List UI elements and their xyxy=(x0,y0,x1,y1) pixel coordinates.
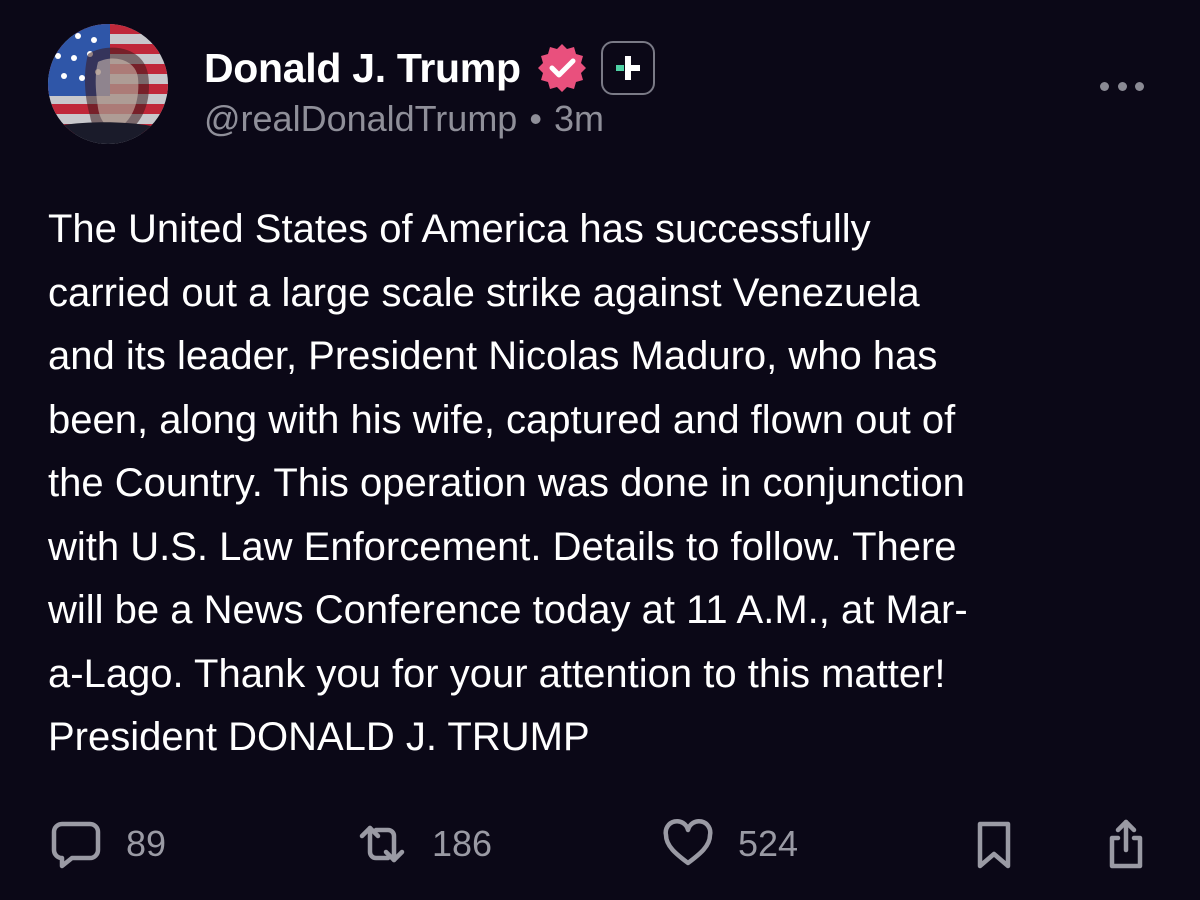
action-bar: 89 186 524 xyxy=(48,812,1152,876)
handle-row: @realDonaldTrump • 3m xyxy=(204,98,604,140)
post-text-line: and its leader, President Nicolas Maduro… xyxy=(48,334,938,378)
reply-count: 89 xyxy=(126,823,167,864)
like-count: 524 xyxy=(738,823,799,864)
avatar[interactable] xyxy=(48,24,168,144)
author-handle[interactable]: @realDonaldTrump xyxy=(204,98,517,140)
display-name[interactable]: Donald J. Trump xyxy=(204,45,521,92)
post-header: Donald J. Trump @realDonaldTrump • 3m xyxy=(48,24,1152,146)
repost-arrows-icon xyxy=(359,825,405,863)
bookmark-icon xyxy=(977,821,1011,869)
reply-button[interactable]: 89 xyxy=(48,812,166,876)
bookmark-button[interactable] xyxy=(966,812,1022,876)
more-dot xyxy=(1117,81,1127,91)
repost-count: 186 xyxy=(432,823,493,864)
avatar-flag-portrait-icon xyxy=(48,24,168,144)
repost-button[interactable]: 186 xyxy=(354,812,492,876)
post-text-line: the Country. This operation was done in … xyxy=(48,461,965,505)
post-timestamp[interactable]: 3m xyxy=(554,98,604,140)
post-text-line: a-Lago. Thank you for your attention to … xyxy=(48,651,946,696)
heart-icon xyxy=(663,819,713,866)
post-text-line: will be a News Conference today at 11 A.… xyxy=(48,588,968,632)
more-dots-icon[interactable] xyxy=(1100,76,1144,96)
verified-check-icon xyxy=(535,41,589,95)
more-dot xyxy=(1100,81,1109,91)
like-button[interactable]: 524 xyxy=(660,812,798,876)
separator-dot: • xyxy=(529,98,542,139)
name-row: Donald J. Trump xyxy=(204,38,655,98)
share-icon xyxy=(1109,819,1143,869)
post-text-line: been, along with his wife, captured and … xyxy=(48,397,956,442)
share-button[interactable] xyxy=(1098,812,1154,876)
post-text-line: The United States of America has success… xyxy=(48,207,871,251)
post-text-line: with U.S. Law Enforcement. Details to fo… xyxy=(48,524,957,569)
post-text-line: carried out a large scale strike against… xyxy=(48,270,920,315)
reply-bubble-icon xyxy=(51,821,101,869)
post-text-line: President DONALD J. TRUMP xyxy=(48,715,590,759)
more-dot xyxy=(1135,81,1144,91)
plus-badge-icon xyxy=(600,41,655,95)
post-body: The United States of America has success… xyxy=(48,198,1158,770)
